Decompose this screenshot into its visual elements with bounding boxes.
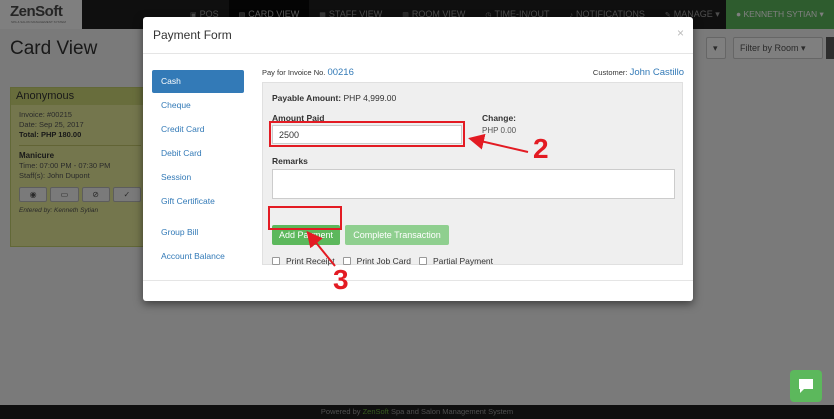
arrow-to-add-payment: [306, 230, 336, 267]
arrow-to-amount: [468, 133, 529, 153]
step-number-2: 2: [533, 133, 549, 164]
step-number-3: 3: [333, 264, 349, 295]
annotation-arrows: [306, 133, 529, 267]
